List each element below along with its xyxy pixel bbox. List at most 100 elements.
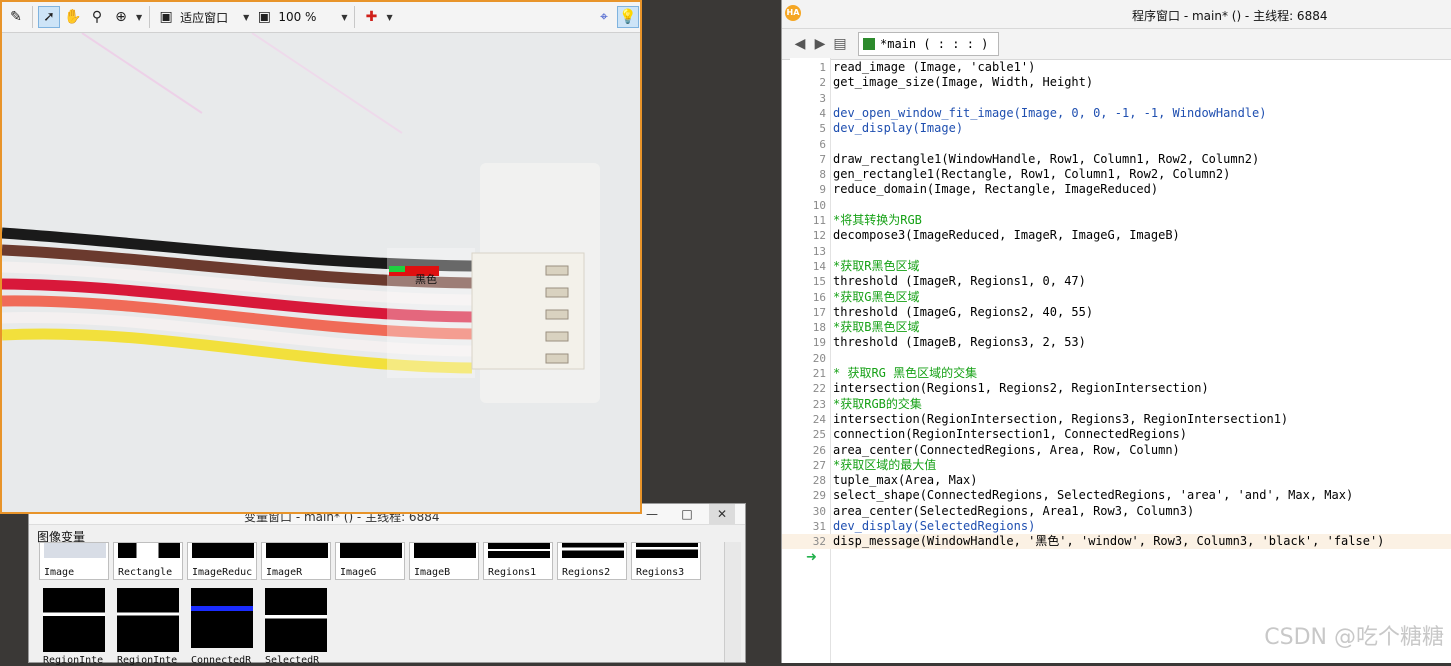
line-number: 2	[819, 76, 826, 90]
var-thumb[interactable]: RegionInte	[113, 586, 183, 666]
code-text: area_center(SelectedRegions, Area1, Row3…	[833, 503, 1195, 518]
code-line[interactable]: 31 dev_display(SelectedRegions)	[782, 519, 1451, 534]
code-line[interactable]: 23 *获取RGB的交集	[782, 397, 1451, 412]
inspect-icon[interactable]: ⌖	[593, 6, 615, 28]
code-text: *获取R黑色区域	[833, 258, 920, 273]
zoom-percent-icon[interactable]: ▣	[253, 6, 275, 28]
code-line[interactable]: 28 tuple_max(Area, Max)	[782, 473, 1451, 488]
thumb-image	[488, 543, 550, 558]
thumb-image	[117, 588, 179, 652]
connector-pin	[545, 309, 569, 320]
zoom-in-icon[interactable]: ⊕	[110, 6, 132, 28]
thumb-label: ImageReduc	[192, 567, 253, 578]
code-line[interactable]: 29 select_shape(ConnectedRegions, Selecte…	[782, 488, 1451, 503]
fit-window-icon[interactable]: ▣	[155, 6, 177, 28]
maximize-button[interactable]: □	[674, 504, 700, 524]
connector-pin	[545, 331, 569, 342]
line-number: 5	[819, 122, 826, 136]
code-line[interactable]: 19 threshold (ImageB, Regions3, 2, 53)	[782, 335, 1451, 350]
thumb-image	[340, 543, 402, 558]
chevron-down-icon[interactable]: ▼	[386, 13, 392, 22]
chevron-down-icon[interactable]: ▼	[243, 13, 249, 22]
code-line[interactable]: 32 disp_message(WindowHandle, '黑色', 'wind…	[782, 534, 1451, 550]
var-thumb[interactable]: ImageB	[409, 542, 479, 580]
code-text: draw_rectangle1(WindowHandle, Row1, Colu…	[833, 151, 1260, 166]
code-line[interactable]: 3	[782, 91, 1451, 106]
lightbulb-icon[interactable]: 💡	[617, 6, 639, 28]
back-icon[interactable]: ◀	[790, 36, 810, 52]
code-text: area_center(ConnectedRegions, Area, Row,…	[833, 442, 1180, 457]
thumb-label: SelectedR	[265, 655, 320, 666]
code-line[interactable]: 24 intersection(RegionIntersection, Regio…	[782, 412, 1451, 427]
code-line[interactable]: 5 dev_display(Image)	[782, 121, 1451, 136]
code-line[interactable]: 15 threshold (ImageR, Regions1, 0, 47)	[782, 274, 1451, 289]
var-thumb[interactable]: ImageReduc	[187, 542, 257, 580]
image-canvas[interactable]: 黑色	[2, 33, 640, 512]
line-number: 19	[812, 336, 826, 350]
code-line[interactable]: 16 *获取G黑色区域	[782, 290, 1451, 305]
code-line[interactable]: 6	[782, 137, 1451, 152]
line-number: 21	[812, 367, 826, 380]
code-text: *获取RGB的交集	[833, 396, 922, 411]
line-number: 20	[812, 351, 826, 365]
color-tool-icon[interactable]: ✚	[360, 6, 382, 28]
code-line[interactable]: 10	[782, 198, 1451, 213]
thumb-label: Image	[44, 567, 75, 578]
var-thumb[interactable]: Regions3	[631, 542, 701, 580]
var-thumb[interactable]: Regions1	[483, 542, 553, 580]
thumb-label: Regions2	[562, 567, 611, 578]
edit-icon[interactable]: ✎	[5, 6, 27, 28]
zoom-icon[interactable]: ⚲	[86, 6, 108, 28]
thumb-label: RegionInte	[43, 655, 104, 666]
var-thumb[interactable]: ImageG	[335, 542, 405, 580]
code-line[interactable]: 4 dev_open_window_fit_image(Image, 0, 0, …	[782, 106, 1451, 121]
code-line[interactable]: 11 *将其转换为RGB	[782, 213, 1451, 228]
code-line[interactable]: 30 area_center(SelectedRegions, Area1, Ro…	[782, 504, 1451, 519]
pointer-icon[interactable]: ➚	[38, 6, 60, 28]
code-line[interactable]: 8 gen_rectangle1(Rectangle, Row1, Column1…	[782, 167, 1451, 182]
code-line[interactable]: 27 *获取区域的最大值	[782, 458, 1451, 473]
code-line[interactable]: 1 read_image (Image, 'cable1')	[782, 60, 1451, 75]
code-line[interactable]: 18 *获取B黑色区域	[782, 320, 1451, 335]
var-thumb[interactable]: Regions2	[557, 542, 627, 580]
code-line[interactable]: 2 get_image_size(Image, Width, Height)	[782, 75, 1451, 90]
code-editor[interactable]: 1 read_image (Image, 'cable1') 2 get_image_…	[782, 58, 1451, 663]
var-thumb[interactable]: ConnectedR	[187, 586, 257, 666]
line-number: 8	[819, 168, 826, 182]
variable-window-scrollbar[interactable]	[724, 542, 741, 662]
code-line[interactable]: 25 connection(RegionIntersection1, Connec…	[782, 427, 1451, 442]
line-number: 29	[812, 489, 826, 503]
line-number: 17	[812, 305, 826, 319]
chevron-down-icon[interactable]: ▼	[341, 13, 347, 22]
code-text: get_image_size(Image, Width, Height)	[833, 75, 1094, 90]
graphics-window: ✎ ➚ ✋ ⚲ ⊕ ▼ ▣ 适应窗口 ▼ ▣ 100 % ▼ ✚ ▼ ⌖ 💡 黑…	[0, 0, 642, 514]
code-line[interactable]: 21 * 获取RG 黑色区域的交集	[782, 366, 1451, 381]
var-thumb[interactable]: ImageR	[261, 542, 331, 580]
tab-main[interactable]: *main ( : : : )	[858, 32, 1000, 56]
thumb-label: RegionInte	[117, 655, 178, 666]
var-thumb[interactable]: Image	[39, 542, 109, 580]
code-line[interactable]: 7 draw_rectangle1(WindowHandle, Row1, Col…	[782, 152, 1451, 167]
code-line[interactable]: 9 reduce_domain(Image, Rectangle, ImageRe…	[782, 182, 1451, 197]
code-text: disp_message(WindowHandle, '黑色', 'window…	[833, 534, 1385, 549]
var-thumb[interactable]: Rectangle	[113, 542, 183, 580]
close-button[interactable]: ✕	[709, 504, 735, 524]
hand-icon[interactable]: ✋	[62, 6, 84, 28]
minimize-button[interactable]: —	[639, 504, 665, 524]
code-line[interactable]: 14 *获取R黑色区域	[782, 259, 1451, 274]
code-line[interactable]: 12 decompose3(ImageReduced, ImageR, Image…	[782, 228, 1451, 243]
procedure-icon[interactable]: ▤	[830, 36, 850, 52]
code-line[interactable]: 22 intersection(Regions1, Regions2, Regio…	[782, 381, 1451, 396]
zoom-mode-select[interactable]: 适应窗口	[180, 9, 240, 26]
code-line[interactable]: 17 threshold (ImageG, Regions2, 40, 55)	[782, 305, 1451, 320]
line-number: 14	[812, 259, 826, 273]
forward-icon[interactable]: ▶	[810, 36, 830, 52]
code-line[interactable]: 13	[782, 244, 1451, 259]
zoom-percent-select[interactable]: 100 %	[278, 10, 338, 24]
var-thumb[interactable]: RegionInte	[39, 586, 109, 666]
chevron-down-icon[interactable]: ▼	[136, 13, 142, 22]
var-thumb[interactable]: SelectedR	[261, 586, 331, 666]
code-line[interactable]: 20	[782, 351, 1451, 366]
thumb-label: ConnectedR	[191, 655, 252, 666]
code-line[interactable]: 26 area_center(ConnectedRegions, Area, Ro…	[782, 443, 1451, 458]
